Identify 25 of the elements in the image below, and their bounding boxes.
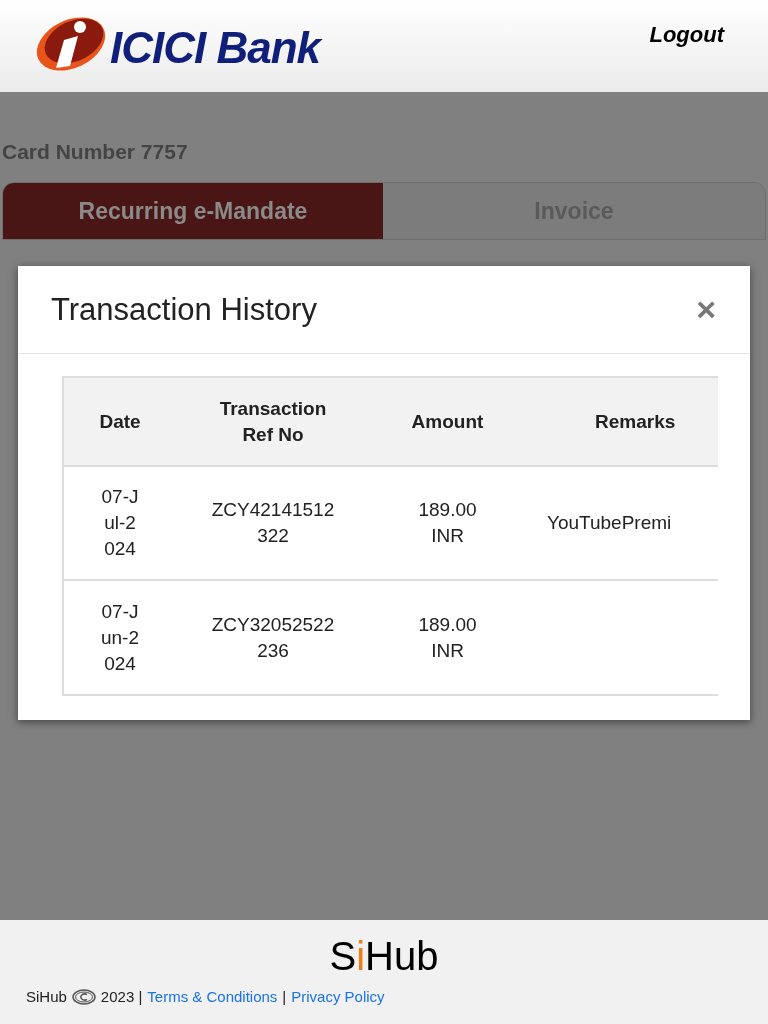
table-cell: 189.00 INR — [418, 499, 477, 546]
column-header: Transaction Ref No — [176, 378, 370, 466]
table-cell: YouTubePremi — [547, 512, 672, 533]
copyright-name: SiHub — [26, 988, 67, 1005]
card-number: Card Number 7757 — [2, 140, 189, 164]
logo-icon — [34, 14, 108, 72]
tab[interactable]: Recurring e-Mandate — [3, 183, 383, 239]
table-cell: 07-Jun-2024 — [101, 600, 139, 674]
copyright-icon — [71, 988, 96, 1005]
close-button[interactable]: × — [696, 290, 716, 329]
table-cell: 189.00 INR — [418, 613, 477, 661]
column-header: Amount — [370, 378, 525, 466]
column-header: Remarks — [525, 378, 718, 466]
logo-text: ICICI Bank — [110, 26, 321, 70]
table-cell: ZCY32052522236 — [211, 613, 335, 661]
separator: | — [282, 988, 287, 1005]
table-cell: 07-Jul-2024 — [101, 486, 139, 559]
logout-link[interactable]: Logout — [649, 22, 724, 48]
terms-link[interactable]: Terms & Conditions — [147, 988, 278, 1005]
modal-title: Transaction History — [51, 291, 317, 328]
copyright-year: 2023 | — [100, 988, 143, 1005]
column-header: Date — [64, 378, 176, 466]
brand-logo: SiHub — [329, 936, 439, 976]
table-cell: ZCY42141512322 — [211, 499, 335, 546]
privacy-link[interactable]: Privacy Policy — [291, 988, 385, 1005]
